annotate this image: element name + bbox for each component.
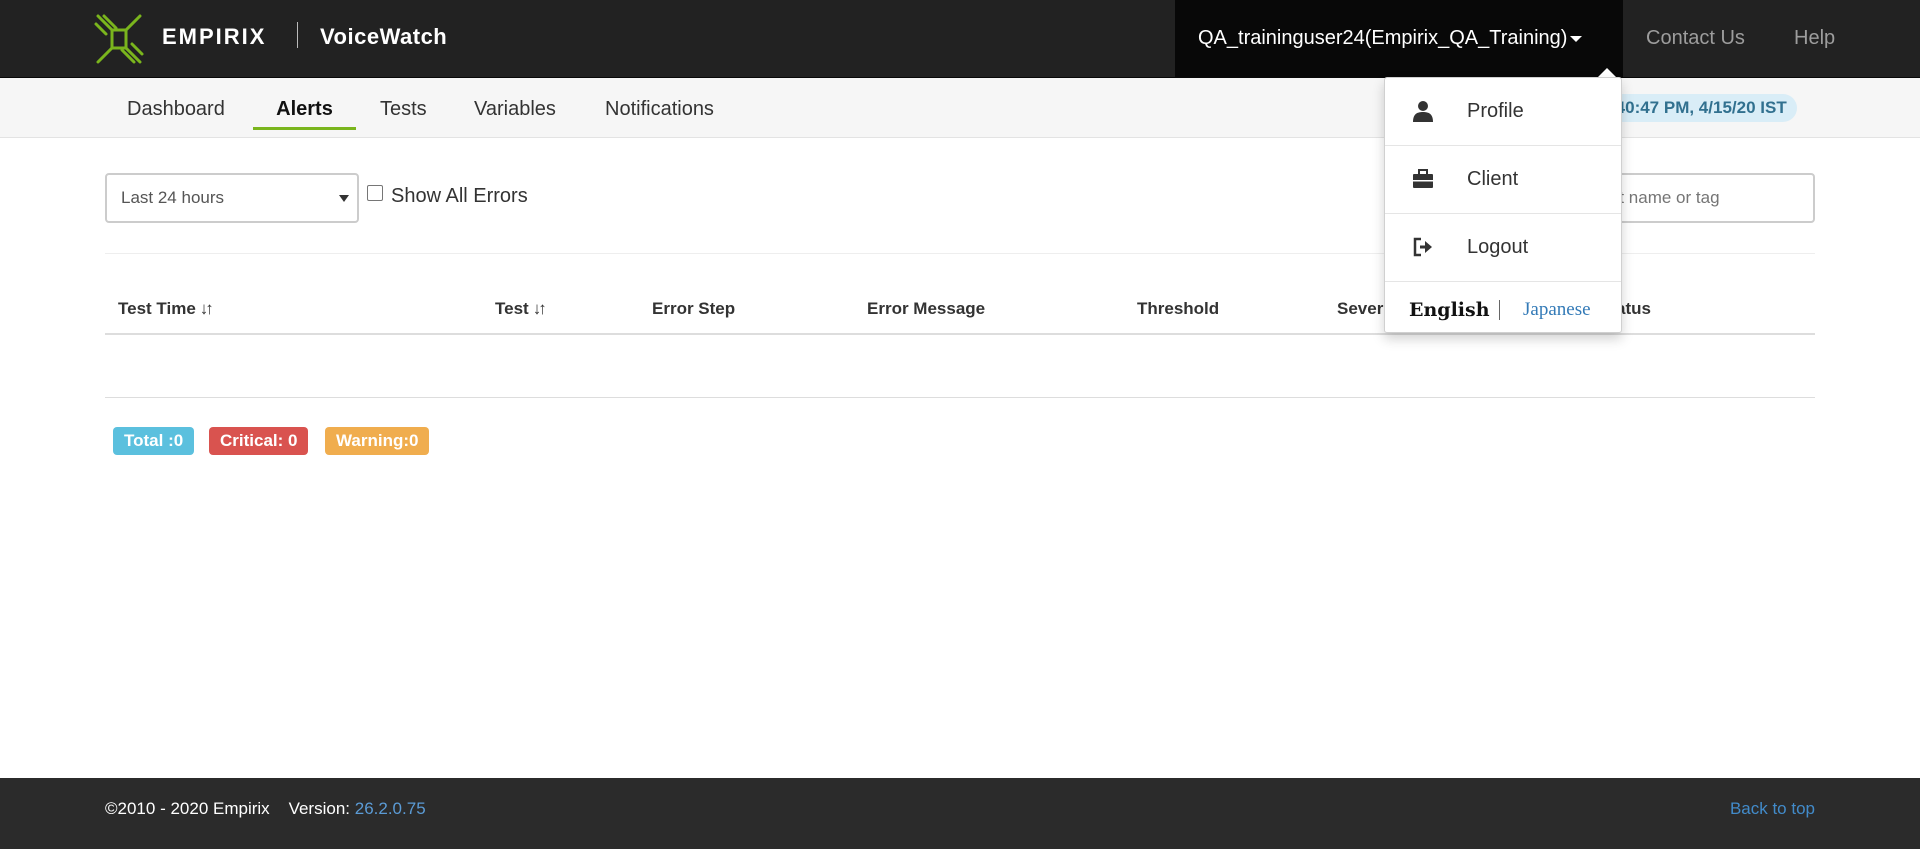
time-range-select[interactable]: Last 24 hours xyxy=(105,173,359,223)
time-range-value: Last 24 hours xyxy=(121,188,225,207)
column-test[interactable]: Test ↓↑ xyxy=(495,298,547,320)
logout-icon xyxy=(1413,237,1432,257)
footer: ©2010 - 2020 Empirix Version: 26.2.0.75 … xyxy=(0,778,1920,849)
current-time-badge: :40:47 PM, 4/15/20 IST xyxy=(1600,94,1797,122)
brand-name[interactable]: EMPIRIX xyxy=(162,22,266,52)
language-japanese[interactable]: Japanese xyxy=(1523,295,1591,325)
user-menu-label: QA_traininguser24(Empirix_QA_Training) xyxy=(1198,27,1568,49)
version-number: 26.2.0.75 xyxy=(354,799,426,818)
column-severity: Sever xyxy=(1337,299,1384,318)
user-menu-toggle[interactable]: QA_traininguser24(Empirix_QA_Training) xyxy=(1175,0,1623,77)
caret-down-icon xyxy=(1570,35,1583,42)
menu-divider xyxy=(1385,281,1621,282)
menu-item-label: Profile xyxy=(1467,100,1524,122)
contact-us-link[interactable]: Contact Us xyxy=(1646,0,1745,77)
tab-notifications[interactable]: Notifications xyxy=(605,78,714,128)
version-label: Version: xyxy=(288,799,351,818)
menu-item-logout[interactable]: Logout xyxy=(1385,214,1621,281)
user-icon xyxy=(1413,101,1433,122)
show-all-errors-label[interactable]: Show All Errors xyxy=(391,183,528,209)
show-all-errors-checkbox[interactable] xyxy=(367,185,383,201)
column-error-step: Error Step xyxy=(652,299,736,318)
table-bottom-border xyxy=(105,397,1815,398)
brand-divider xyxy=(297,22,298,48)
briefcase-icon xyxy=(1413,169,1433,188)
sort-icon[interactable]: ↓↑ xyxy=(200,298,214,320)
column-error-message: Error Message xyxy=(867,299,986,318)
column-label: Test Time xyxy=(118,299,196,318)
user-dropdown-menu: Profile Client Logout English Japanese xyxy=(1384,77,1622,333)
menu-item-label: Client xyxy=(1467,168,1519,190)
top-navbar: EMPIRIX VoiceWatch QA_traininguser24(Emp… xyxy=(0,0,1920,78)
tab-tests[interactable]: Tests xyxy=(380,78,427,128)
menu-item-label: Logout xyxy=(1467,236,1529,258)
sort-icon[interactable]: ↓↑ xyxy=(533,298,547,320)
help-link[interactable]: Help xyxy=(1794,0,1835,77)
tab-dashboard[interactable]: Dashboard xyxy=(127,78,225,128)
menu-item-profile[interactable]: Profile xyxy=(1385,78,1621,145)
language-english[interactable]: English xyxy=(1409,295,1490,325)
menu-item-client[interactable]: Client xyxy=(1385,146,1621,213)
critical-badge: Critical: 0 xyxy=(209,427,309,455)
warning-badge: Warning:0 xyxy=(325,427,430,455)
back-to-top-link[interactable]: Back to top xyxy=(1730,778,1815,840)
column-test-time[interactable]: Test Time ↓↑ xyxy=(118,298,214,320)
product-name[interactable]: VoiceWatch xyxy=(320,22,447,52)
select-arrow-icon xyxy=(339,195,349,202)
footer-copyright: ©2010 - 2020 Empirix Version: 26.2.0.75 xyxy=(105,778,426,840)
tab-variables[interactable]: Variables xyxy=(474,78,556,128)
language-divider xyxy=(1499,300,1500,320)
total-badge: Total :0 xyxy=(113,427,195,455)
column-threshold: Threshold xyxy=(1137,299,1220,318)
copyright-text: ©2010 - 2020 Empirix xyxy=(105,799,270,818)
tab-alerts[interactable]: Alerts xyxy=(253,78,356,130)
table-header-border xyxy=(105,333,1815,335)
empirix-logo-icon[interactable] xyxy=(92,12,146,66)
column-label: Test xyxy=(495,299,529,318)
